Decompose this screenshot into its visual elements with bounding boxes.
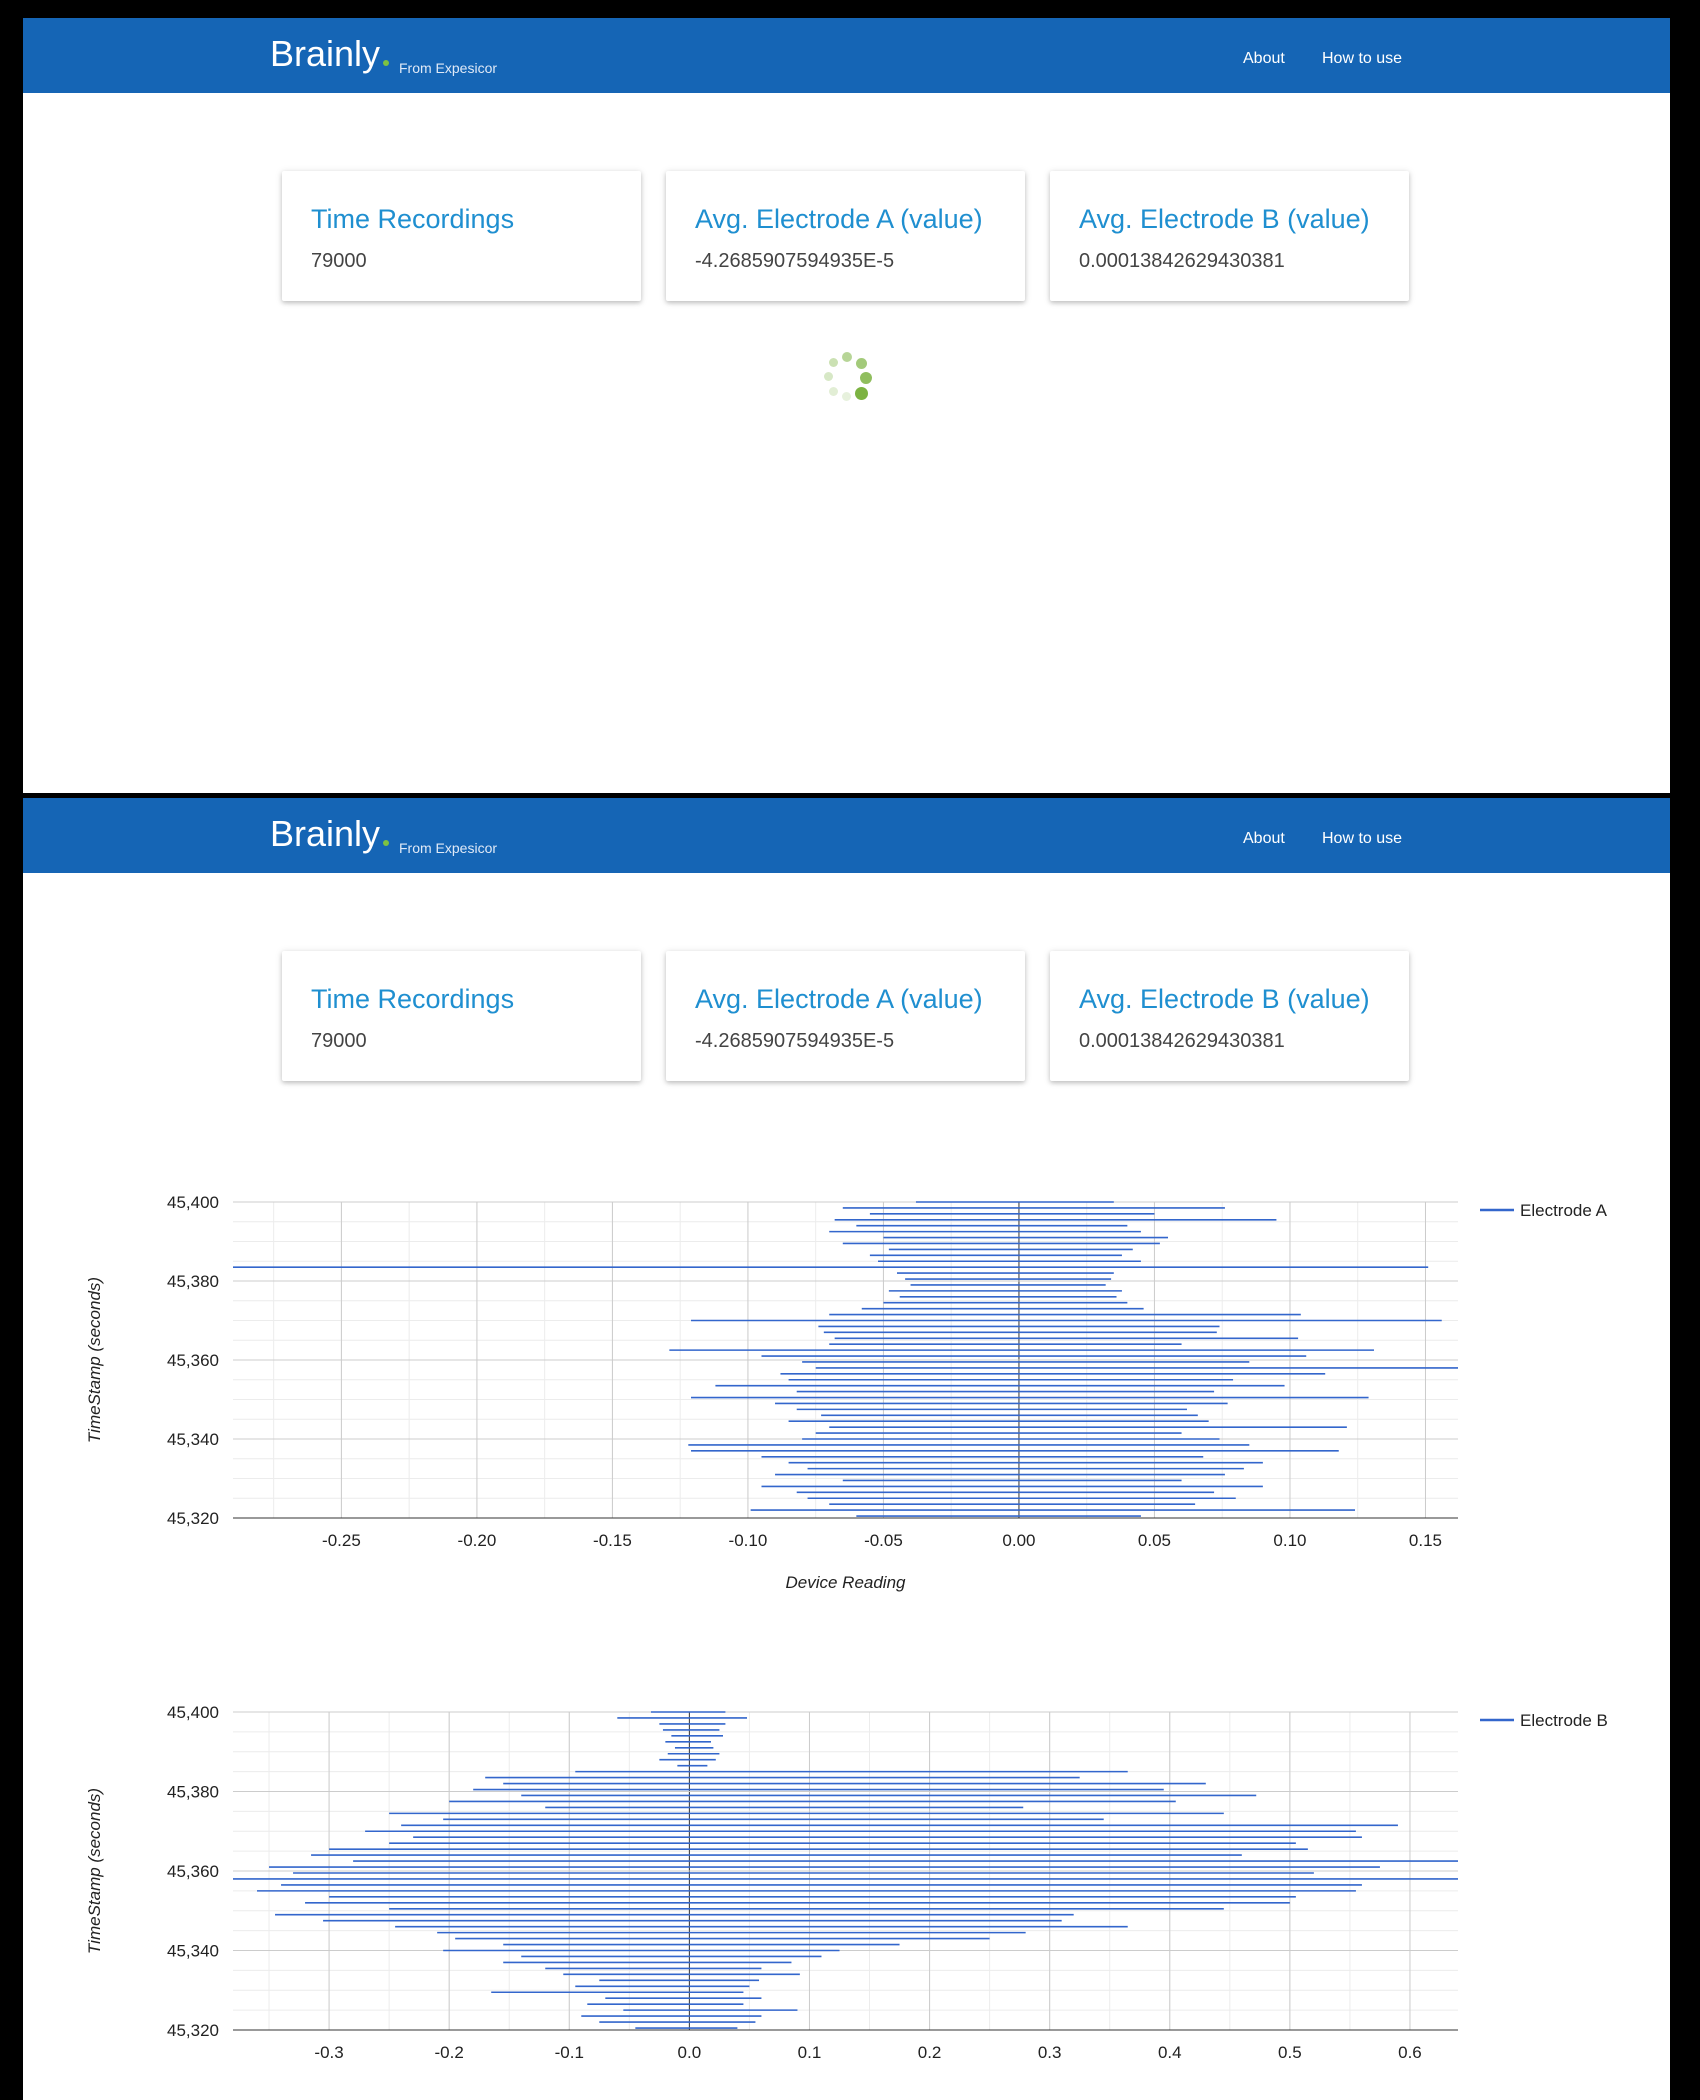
brand-subtitle: From Expesicor <box>399 840 498 856</box>
y-tick-label: 45,320 <box>167 1509 219 1528</box>
x-tick-label: 0.15 <box>1409 1531 1442 1550</box>
x-tick-label: -0.1 <box>555 2043 584 2062</box>
avg-electrode-b-card: Avg. Electrode B (value) 0.0001384262943… <box>1050 951 1409 1081</box>
loaded-state-screen: Brainly From Expesicor About How to use … <box>23 798 1670 2100</box>
electrode-a-chart: -0.25 -0.20 -0.15 -0.10 -0.05 0.00 0.05 0.10 0.1… <box>23 1188 1670 1618</box>
legend-label[interactable]: Electrode B <box>1520 1711 1608 1730</box>
card-value: 0.00013842629430381 <box>1079 1030 1285 1052</box>
card-value: 79000 <box>311 1030 367 1052</box>
card-value: 79000 <box>311 250 367 272</box>
time-recordings-card: Time Recordings 79000 <box>282 951 641 1081</box>
card-value: 0.00013842629430381 <box>1079 250 1285 272</box>
top-navbar: Brainly From Expesicor About How to use <box>23 18 1670 93</box>
legend-label[interactable]: Electrode A <box>1520 1201 1608 1220</box>
card-title: Time Recordings <box>311 204 515 234</box>
card-title: Time Recordings <box>311 984 515 1014</box>
brand-dot-icon <box>383 840 390 846</box>
loading-spinner-icon <box>818 350 878 410</box>
y-axis-title: TimeStamp (seconds) <box>85 1788 104 1954</box>
nav-how-to-use-link[interactable]: How to use <box>1322 50 1402 68</box>
y-tick-label: 45,320 <box>167 2021 219 2040</box>
x-tick-label: 0.1 <box>798 2043 822 2062</box>
x-tick-label: 0.10 <box>1273 1531 1306 1550</box>
nav-how-to-use-link[interactable]: How to use <box>1322 830 1402 848</box>
avg-electrode-a-card: Avg. Electrode A (value) -4.268590759493… <box>666 171 1025 301</box>
nav-about-link[interactable]: About <box>1243 830 1285 848</box>
y-tick-label: 45,380 <box>167 1783 219 1802</box>
electrode-b-chart-svg: -0.3 -0.2 -0.1 0.0 0.1 0.2 0.3 0.4 0.5 0.6 45,400 4… <box>85 1703 1608 2062</box>
card-title: Avg. Electrode A (value) <box>695 204 983 234</box>
card-title: Avg. Electrode A (value) <box>695 984 983 1014</box>
brand-dot-icon <box>383 60 390 66</box>
x-tick-label: 0.4 <box>1158 2043 1182 2062</box>
x-tick-label: 0.6 <box>1398 2043 1422 2062</box>
x-tick-label: 0.2 <box>918 2043 942 2062</box>
x-tick-label: 0.00 <box>1002 1531 1035 1550</box>
y-tick-label: 45,400 <box>167 1193 219 1212</box>
x-tick-label: 0.0 <box>678 2043 702 2062</box>
y-tick-label: 45,380 <box>167 1272 219 1291</box>
x-tick-label: 0.3 <box>1038 2043 1062 2062</box>
brand-logo[interactable]: Brainly <box>270 33 390 74</box>
electrode-b-chart: -0.3 -0.2 -0.1 0.0 0.1 0.2 0.3 0.4 0.5 0.6 45,400 4… <box>23 1703 1670 2100</box>
time-recordings-card: Time Recordings 79000 <box>282 171 641 301</box>
x-tick-label: 0.05 <box>1138 1531 1171 1550</box>
x-tick-label: -0.15 <box>593 1531 632 1550</box>
y-axis-title: TimeStamp (seconds) <box>85 1277 104 1443</box>
avg-electrode-b-card: Avg. Electrode B (value) 0.0001384262943… <box>1050 171 1409 301</box>
electrode-a-chart-svg: -0.25 -0.20 -0.15 -0.10 -0.05 0.00 0.05 0.10 0.1… <box>85 1193 1608 1592</box>
brand-name: Brainly <box>270 813 381 854</box>
y-tick-label: 45,360 <box>167 1351 219 1370</box>
y-tick-label: 45,360 <box>167 1862 219 1881</box>
card-title: Avg. Electrode B (value) <box>1079 204 1370 234</box>
x-tick-label: -0.05 <box>864 1531 903 1550</box>
x-tick-label: -0.20 <box>458 1531 497 1550</box>
avg-electrode-a-card: Avg. Electrode A (value) -4.268590759493… <box>666 951 1025 1081</box>
card-value: -4.2685907594935E-5 <box>695 250 895 272</box>
brand-subtitle: From Expesicor <box>399 60 498 76</box>
y-tick-label: 45,340 <box>167 1430 219 1449</box>
x-tick-label: -0.25 <box>322 1531 361 1550</box>
brand-logo[interactable]: Brainly <box>270 813 390 854</box>
x-tick-label: 0.5 <box>1278 2043 1302 2062</box>
y-tick-label: 45,340 <box>167 1942 219 1961</box>
x-tick-label: -0.10 <box>729 1531 768 1550</box>
y-tick-label: 45,400 <box>167 1703 219 1722</box>
x-tick-label: -0.2 <box>435 2043 464 2062</box>
brand-name: Brainly <box>270 33 381 74</box>
nav-about-link[interactable]: About <box>1243 50 1285 68</box>
x-tick-label: -0.3 <box>314 2043 343 2062</box>
card-value: -4.2685907594935E-5 <box>695 1030 895 1052</box>
top-navbar: Brainly From Expesicor About How to use <box>23 798 1670 873</box>
x-axis-title: Device Reading <box>785 1573 906 1592</box>
loading-state-screen: Brainly From Expesicor About How to use … <box>23 18 1670 793</box>
card-title: Avg. Electrode B (value) <box>1079 984 1370 1014</box>
